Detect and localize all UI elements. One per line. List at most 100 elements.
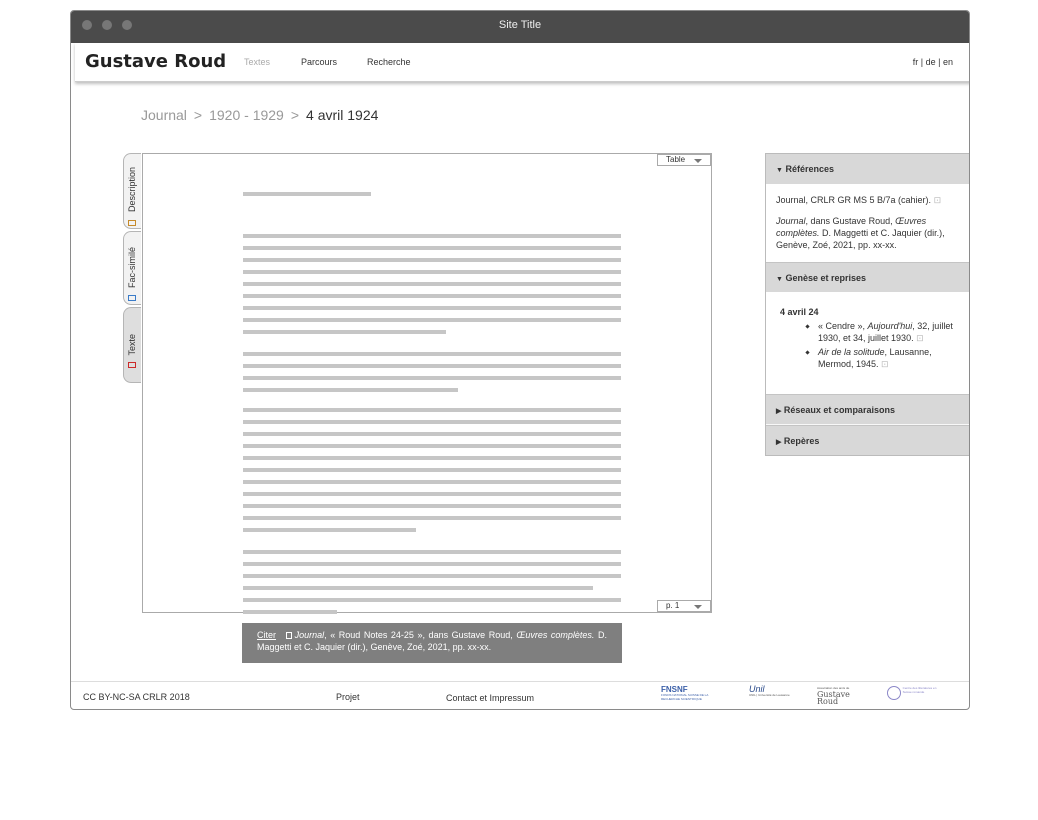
clsr-logo-text: Centre des littératures en Suisse romand… <box>902 686 937 694</box>
list-item: « Cendre », Aujourd'hui, 32, juillet 193… <box>818 320 960 344</box>
snf-logo[interactable]: FNSNF FONDS NATIONAL SUISSE DE LA RECHER… <box>661 686 727 704</box>
text-line-placeholder <box>243 586 593 590</box>
amis-roud-logo[interactable]: Association des amis de Gustave Roud <box>817 686 873 706</box>
breadcrumb-journal[interactable]: Journal <box>141 107 187 123</box>
text-line-placeholder <box>243 420 621 424</box>
chevron-down-icon <box>694 605 702 609</box>
text-line-placeholder <box>243 610 337 614</box>
text-line-placeholder <box>243 306 621 310</box>
genese-header[interactable]: ▼ Genèse et reprises <box>766 262 969 292</box>
page-select-value: p. 1 <box>666 601 680 610</box>
copy-icon[interactable] <box>285 632 292 639</box>
text-line-placeholder <box>243 282 621 286</box>
text-line-placeholder <box>243 364 621 368</box>
nav-link-textes[interactable]: Textes <box>244 57 270 67</box>
tab-texte[interactable]: Texte <box>123 307 141 383</box>
text-line-placeholder <box>243 192 371 196</box>
text-line-placeholder <box>243 318 621 322</box>
reseaux-title: Réseaux et comparaisons <box>783 405 895 415</box>
citation-text: , « Roud Notes 24-25 », dans Gustave Rou… <box>324 630 513 640</box>
tab-facsimile-label: Fac-similé <box>127 246 137 288</box>
references-body: Journal, CRLR GR MS 5 B/7a (cahier). ⊡ J… <box>766 184 969 264</box>
breadcrumb-separator: > <box>193 107 203 123</box>
text-line-placeholder <box>243 516 621 520</box>
reference-edition-title: Journal <box>776 216 806 226</box>
genese-body: 4 avril 24 « Cendre », Aujourd'hui, 32, … <box>766 292 969 395</box>
site-brand[interactable]: Gustave Roud <box>85 51 226 72</box>
tab-description[interactable]: Description <box>123 153 141 229</box>
snf-logo-mark: FNSNF <box>661 685 688 694</box>
clsr-logo-mark <box>887 686 901 700</box>
reperes-header[interactable]: ▶ Repères <box>766 425 969 455</box>
text-line-placeholder <box>243 352 621 356</box>
item-title: Air de la solitude <box>818 347 885 357</box>
genese-list: « Cendre », Aujourd'hui, 32, juillet 193… <box>780 320 960 370</box>
footer-link-contact[interactable]: Contact et Impressum <box>446 693 534 703</box>
link-icon[interactable]: ⊡ <box>934 195 942 205</box>
browser-window: Site Title Gustave Roud Textes Parcours … <box>70 10 970 710</box>
clsr-logo[interactable]: Centre des littératures en Suisse romand… <box>887 686 937 704</box>
chevron-down-icon <box>694 159 702 163</box>
text-line-placeholder <box>243 574 621 578</box>
breadcrumb-separator: > <box>290 107 300 123</box>
references-title: Références <box>785 164 834 174</box>
text-line-placeholder <box>243 234 621 238</box>
reperes-title: Repères <box>783 436 820 446</box>
nav-link-recherche[interactable]: Recherche <box>367 57 411 67</box>
footer-link-projet[interactable]: Projet <box>336 692 360 702</box>
document-viewer[interactable]: Table p. 1 <box>142 153 712 614</box>
reference-manuscript: Journal, CRLR GR MS 5 B/7a (cahier). ⊡ <box>776 194 960 206</box>
unil-logo[interactable]: Unil UNIL | Université de Lausanne <box>749 684 795 704</box>
info-panel: ▼ Références Journal, CRLR GR MS 5 B/7a … <box>765 153 969 456</box>
list-item: Air de la solitude, Lausanne, Mermod, 19… <box>818 346 960 370</box>
text-line-placeholder <box>243 456 621 460</box>
text-line-placeholder <box>243 388 458 392</box>
text-line-placeholder <box>243 270 621 274</box>
view-select-value: Table <box>666 155 686 164</box>
page-select[interactable]: p. 1 <box>657 600 711 612</box>
tab-facsimile[interactable]: Fac-similé <box>123 231 141 305</box>
unil-logo-mark: Unil <box>749 684 765 694</box>
reseaux-header[interactable]: ▶ Réseaux et comparaisons <box>766 394 969 424</box>
tab-description-label: Description <box>127 166 137 212</box>
breadcrumb: Journal >1920 - 1929 >4 avril 1924 <box>141 107 378 123</box>
text-line-placeholder <box>243 528 416 532</box>
text-line-placeholder <box>243 376 621 380</box>
text-line-placeholder <box>243 444 621 448</box>
breadcrumb-current: 4 avril 1924 <box>306 107 379 123</box>
envelope-icon <box>128 295 136 301</box>
tab-texte-label: Texte <box>127 334 137 356</box>
item-title: Aujourd'hui <box>867 321 913 331</box>
text-line-placeholder <box>243 246 621 250</box>
text-line-placeholder <box>243 294 621 298</box>
envelope-icon <box>128 362 136 368</box>
link-icon[interactable]: ⊡ <box>881 359 889 369</box>
text-line-placeholder <box>243 550 621 554</box>
text-line-placeholder <box>243 408 621 412</box>
view-select[interactable]: Table <box>657 154 711 166</box>
envelope-icon <box>128 220 136 226</box>
text-line-placeholder <box>243 598 621 602</box>
cite-link[interactable]: Citer <box>257 630 276 640</box>
reference-edition-text: , dans Gustave Roud, <box>805 216 893 226</box>
text-line-placeholder <box>243 432 621 436</box>
unil-logo-text: UNIL | Université de Lausanne <box>749 693 790 697</box>
genese-date: 4 avril 24 <box>780 307 819 317</box>
text-line-placeholder <box>243 480 621 484</box>
citation-title: Journal <box>294 630 325 640</box>
nav-link-parcours[interactable]: Parcours <box>301 57 337 67</box>
text-line-placeholder <box>243 492 621 496</box>
link-icon[interactable]: ⊡ <box>916 333 924 343</box>
language-switcher[interactable]: fr | de | en <box>913 57 953 67</box>
citation-box: Citer Journal, « Roud Notes 24-25 », dan… <box>242 623 622 663</box>
item-text: « Cendre », <box>818 321 866 331</box>
amis-roud-logo-mark: Gustave Roud <box>817 690 850 706</box>
text-line-placeholder <box>243 562 621 566</box>
references-header[interactable]: ▼ Références <box>766 154 969 184</box>
site-navbar: Gustave Roud Textes Parcours Recherche f… <box>75 43 969 82</box>
breadcrumb-decade[interactable]: 1920 - 1929 <box>209 107 284 123</box>
genese-title: Genèse et reprises <box>785 273 867 283</box>
citation-work: Œuvres complètes. <box>516 630 595 640</box>
reference-edition: Journal, dans Gustave Roud, Œuvres compl… <box>776 215 960 251</box>
reference-manuscript-text: Journal, CRLR GR MS 5 B/7a (cahier). <box>776 195 932 205</box>
